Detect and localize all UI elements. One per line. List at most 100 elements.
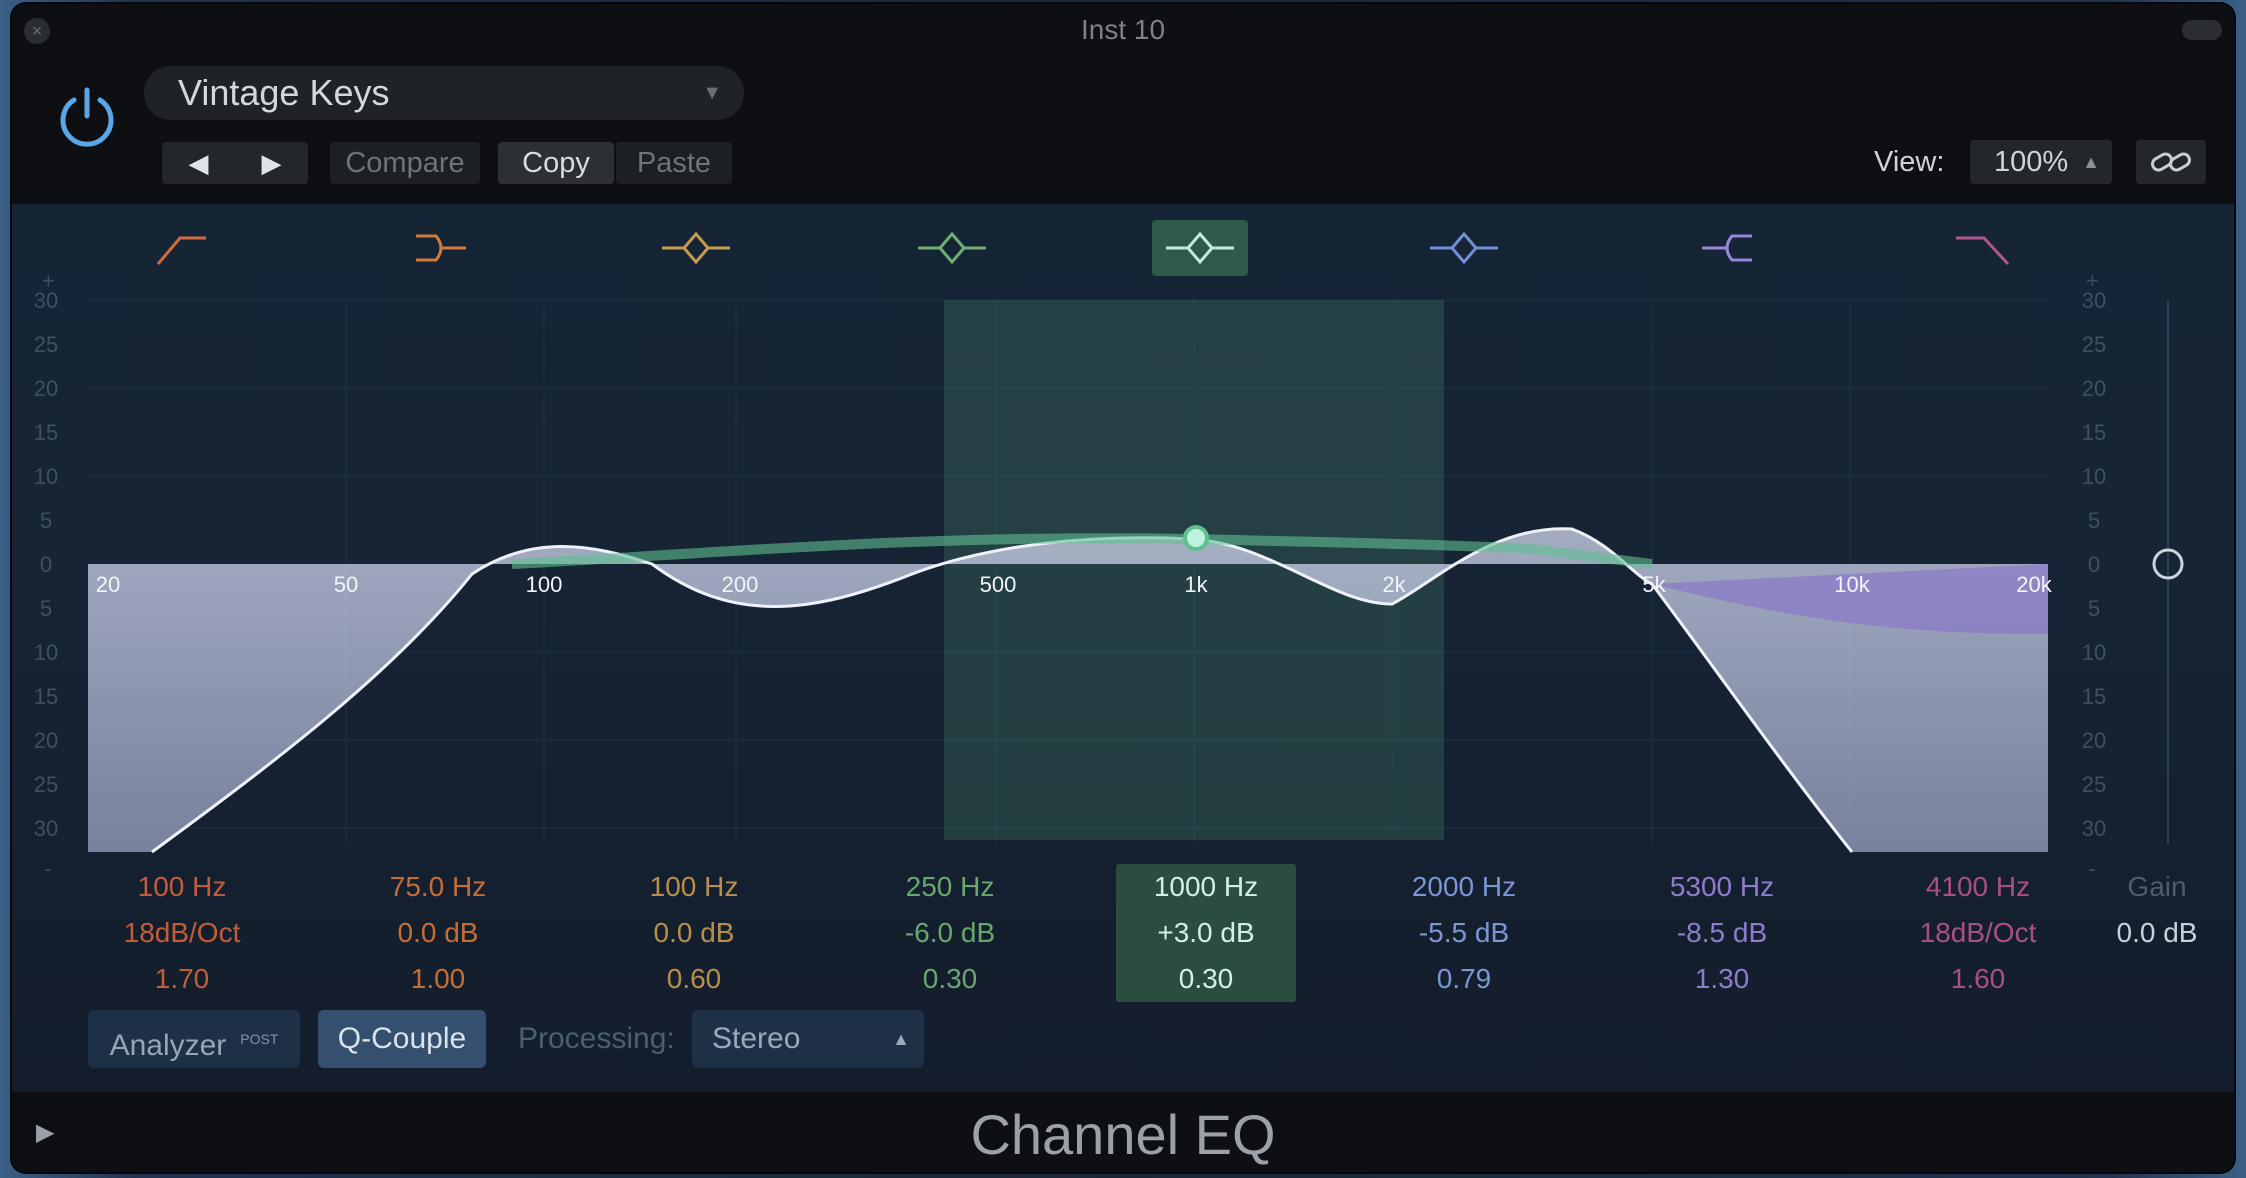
band-q: 0.30: [922, 963, 978, 994]
frequency-tick-label: 20: [96, 572, 120, 597]
power-icon[interactable]: [52, 82, 122, 152]
link-icon: [2151, 152, 2191, 172]
processing-label: Processing:: [518, 1022, 675, 1055]
view-zoom-select[interactable]: 100% ▲: [1970, 140, 2112, 184]
db-tick-label: 25: [2082, 772, 2106, 797]
window-zoom-button[interactable]: [2182, 20, 2222, 40]
band-slope: 18dB/Oct: [123, 917, 241, 948]
view-label: View:: [1874, 146, 1945, 178]
paste-button[interactable]: Paste: [616, 142, 732, 184]
preset-selector[interactable]: Vintage Keys ▼: [144, 66, 744, 120]
gain-value: 0.0 dB: [2116, 917, 2198, 948]
db-tick-label: 15: [2082, 420, 2106, 445]
db-scale-right: 30 25 20 15 10 5 0 5 10 15 20 25 30: [2082, 288, 2106, 841]
band-q: 1.60: [1950, 963, 2006, 994]
db-tick-label: 5: [2088, 508, 2100, 533]
master-gain[interactable]: Gain 0.0 dB: [2097, 864, 2217, 956]
db-tick-label: 20: [34, 376, 58, 401]
db-tick-label: 15: [34, 420, 58, 445]
previous-preset-button[interactable]: ◀: [162, 142, 235, 184]
db-tick-label: 10: [2082, 464, 2106, 489]
band-gain: +3.0 dB: [1157, 917, 1255, 948]
plugin-window: × Inst 10 Vintage Keys ▼ ◀ ▶ Compare Cop…: [12, 4, 2234, 1172]
band-frequency: 100 Hz: [649, 871, 739, 902]
db-tick-label: 10: [34, 464, 58, 489]
db-tick-label: 5: [40, 508, 52, 533]
chevron-down-icon: ▼: [702, 82, 722, 104]
plugin-name: Channel EQ: [970, 1103, 1276, 1166]
band-q: 0.60: [666, 963, 722, 994]
stepper-icon: ▲: [892, 1029, 910, 1049]
db-tick-label: 0: [2088, 552, 2100, 577]
db-tick-label: 10: [34, 640, 58, 665]
frequency-tick-label: 100: [526, 572, 563, 597]
gain-label: Gain: [2127, 871, 2187, 902]
analyzer-button[interactable]: Analyzer POST: [88, 1010, 300, 1068]
band-slope: 18dB/Oct: [1919, 917, 2037, 948]
band-frequency: 5300 Hz: [1669, 871, 1775, 902]
band-q: 1.00: [410, 963, 466, 994]
frequency-tick-label: 500: [980, 572, 1017, 597]
frequency-tick-label: 20k: [2016, 572, 2052, 597]
db-tick-label: 5: [2088, 596, 2100, 621]
db-tick-label: 30: [34, 288, 58, 313]
band-params-bell-3[interactable]: 1000 Hz +3.0 dB 0.30: [1116, 864, 1296, 1002]
db-tick-label: 30: [2082, 288, 2106, 313]
db-tick-label: 30: [2082, 816, 2106, 841]
band-q: 0.79: [1436, 963, 1492, 994]
db-minus-marker-right: -: [2088, 856, 2095, 881]
band-q: 1.30: [1694, 963, 1750, 994]
analyzer-label: Analyzer: [109, 1029, 227, 1062]
compare-button[interactable]: Compare: [330, 142, 480, 184]
band-params-high-cut[interactable]: 4100 Hz 18dB/Oct 1.60: [1888, 864, 2068, 1002]
stepper-icon: ▲: [2082, 152, 2100, 172]
db-tick-label: 15: [34, 684, 58, 709]
frequency-tick-label: 10k: [1834, 572, 1870, 597]
frequency-tick-label: 200: [722, 572, 759, 597]
frequency-tick-label: 50: [334, 572, 358, 597]
band-params-high-shelf[interactable]: 5300 Hz -8.5 dB 1.30: [1632, 864, 1812, 1002]
band-params-low-cut[interactable]: 100 Hz 18dB/Oct 1.70: [92, 864, 272, 1002]
db-tick-label: 20: [34, 728, 58, 753]
view-zoom-value: 100%: [1994, 146, 2069, 178]
frequency-tick-label: 1k: [1184, 572, 1208, 597]
band-gain: 0.0 dB: [397, 917, 479, 948]
db-tick-label: 5: [40, 596, 52, 621]
db-tick-label: 15: [2082, 684, 2106, 709]
band-gain: 0.0 dB: [653, 917, 735, 948]
band-params-bell-4[interactable]: 2000 Hz -5.5 dB 0.79: [1374, 864, 1554, 1002]
db-tick-label: 10: [2082, 640, 2106, 665]
processing-select[interactable]: Stereo ▲: [692, 1010, 924, 1068]
processing-value: Stereo: [712, 1022, 801, 1055]
window-title: Inst 10: [1080, 14, 1166, 45]
link-button[interactable]: [2136, 140, 2206, 184]
copy-button[interactable]: Copy: [498, 142, 614, 184]
band-params-bell-2[interactable]: 250 Hz -6.0 dB 0.30: [860, 864, 1040, 1002]
band-gain: -5.5 dB: [1418, 917, 1510, 948]
band-frequency: 1000 Hz: [1153, 871, 1259, 902]
db-minus-marker-left: -: [44, 856, 51, 881]
db-scale-left: 30 25 20 15 10 5 0 5 10 15 20 25 30: [34, 288, 58, 841]
band-frequency: 75.0 Hz: [389, 871, 487, 902]
q-couple-button[interactable]: Q-Couple: [318, 1010, 486, 1068]
preset-name: Vintage Keys: [178, 72, 390, 113]
db-tick-label: 0: [40, 552, 52, 577]
title-bar: × Inst 10: [12, 4, 2234, 54]
preset-navigation: ◀ ▶: [162, 142, 308, 184]
band-params-low-shelf[interactable]: 75.0 Hz 0.0 dB 1.00: [348, 864, 528, 1002]
db-tick-label: 25: [34, 772, 58, 797]
db-tick-label: 30: [34, 816, 58, 841]
band-params-bell-1[interactable]: 100 Hz 0.0 dB 0.60: [604, 864, 784, 1002]
next-preset-button[interactable]: ▶: [235, 142, 308, 184]
band-3-handle[interactable]: [1183, 525, 1209, 551]
analyzer-post-badge[interactable]: POST: [240, 1031, 278, 1047]
band-frequency: 250 Hz: [905, 871, 995, 902]
db-tick-label: 25: [34, 332, 58, 357]
db-tick-label: 20: [2082, 376, 2106, 401]
frequency-tick-label: 2k: [1382, 572, 1406, 597]
band-q: 0.30: [1178, 963, 1234, 994]
footer-bar: ▶ Channel EQ: [12, 1092, 2234, 1172]
band-frequency: 2000 Hz: [1411, 871, 1517, 902]
band-gain: -6.0 dB: [904, 917, 996, 948]
db-tick-label: 20: [2082, 728, 2106, 753]
